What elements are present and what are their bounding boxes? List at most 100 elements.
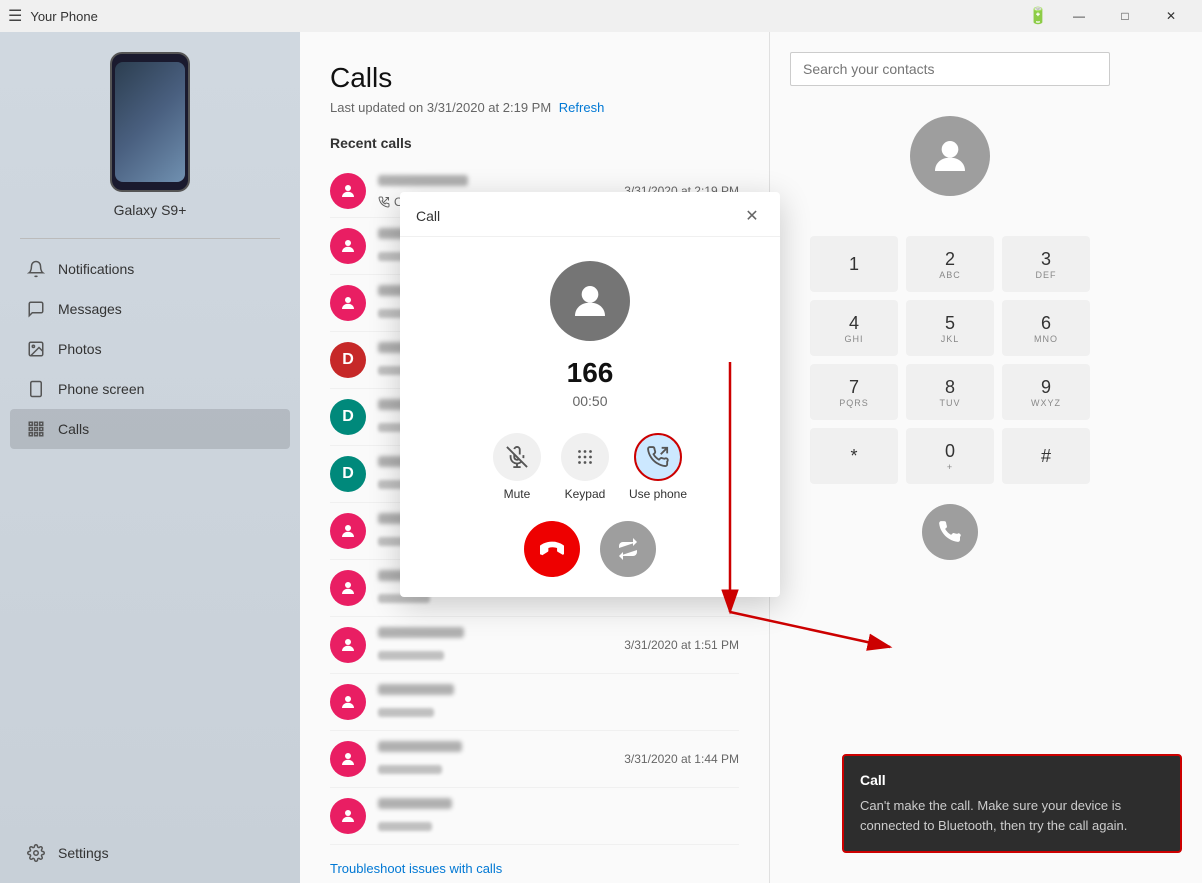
call-item[interactable] — [330, 674, 739, 731]
sidebar-divider — [20, 238, 280, 239]
dialog-title-bar: Call ✕ — [400, 192, 780, 237]
sidebar-bottom: Settings — [0, 823, 300, 883]
call-item[interactable] — [330, 788, 739, 845]
calls-title: Calls — [330, 62, 739, 94]
avatar: D — [330, 399, 366, 435]
avatar — [330, 173, 366, 209]
battery-icon: 🔋 — [1028, 6, 1048, 26]
call-time: 3/31/2020 at 1:44 PM — [624, 752, 739, 766]
mute-icon — [493, 433, 541, 481]
bell-icon — [26, 259, 46, 279]
avatar: D — [330, 342, 366, 378]
refresh-link[interactable]: Refresh — [559, 100, 605, 115]
calls-icon — [26, 419, 46, 439]
device-image — [110, 52, 190, 192]
dial-key-2[interactable]: 2 ABC — [906, 236, 994, 292]
dial-key-5[interactable]: 5 JKL — [906, 300, 994, 356]
dialog-number: 166 — [567, 357, 614, 389]
end-call-button[interactable] — [524, 521, 580, 577]
dialpad-grid: 1 2 ABC 3 DEF 4 GHI 5 JKL — [810, 236, 1090, 484]
avatar — [330, 627, 366, 663]
screen-icon — [26, 379, 46, 399]
dial-key-7[interactable]: 7 PQRS — [810, 364, 898, 420]
settings-label: Settings — [58, 845, 109, 861]
call-info — [378, 739, 612, 779]
dialog-avatar — [550, 261, 630, 341]
dial-key-hash[interactable]: # — [1002, 428, 1090, 484]
keypad-button[interactable]: Keypad — [561, 433, 609, 501]
call-item[interactable]: 3/31/2020 at 1:51 PM — [330, 617, 739, 674]
avatar: D — [330, 456, 366, 492]
use-phone-icon — [634, 433, 682, 481]
dial-call-button[interactable] — [922, 504, 978, 560]
calls-subtitle: Last updated on 3/31/2020 at 2:19 PM Ref… — [330, 100, 739, 115]
dial-key-1[interactable]: 1 — [810, 236, 898, 292]
call-info — [378, 625, 612, 665]
avatar — [330, 741, 366, 777]
error-toast-title: Call — [860, 772, 1164, 788]
sidebar-item-photos[interactable]: Photos — [10, 329, 290, 369]
minimize-button[interactable]: — — [1056, 0, 1102, 32]
call-info — [378, 682, 739, 722]
troubleshoot-link[interactable]: Troubleshoot issues with calls — [330, 861, 502, 876]
use-phone-label: Use phone — [629, 487, 687, 501]
sidebar-item-phone-screen[interactable]: Phone screen — [10, 369, 290, 409]
avatar — [330, 684, 366, 720]
search-input[interactable] — [790, 52, 1110, 86]
sidebar: Galaxy S9+ Notifications — [0, 32, 300, 883]
dial-key-0[interactable]: 0 + — [906, 428, 994, 484]
dial-key-4[interactable]: 4 GHI — [810, 300, 898, 356]
dialog-call-controls — [524, 521, 656, 577]
call-dialog: Call ✕ 166 00:50 — [400, 192, 780, 597]
maximize-button[interactable]: □ — [1102, 0, 1148, 32]
messages-label: Messages — [58, 301, 122, 317]
sidebar-navigation: Notifications Messages — [0, 249, 300, 449]
error-toast: Call Can't make the call. Make sure your… — [842, 754, 1182, 853]
keypad-icon — [561, 433, 609, 481]
avatar — [330, 570, 366, 606]
mute-label: Mute — [504, 487, 531, 501]
dialog-title: Call — [416, 208, 440, 224]
calls-label: Calls — [58, 421, 89, 437]
app-title: Your Phone — [30, 9, 1028, 24]
dial-key-6[interactable]: 6 MNO — [1002, 300, 1090, 356]
call-time: 3/31/2020 at 1:51 PM — [624, 638, 739, 652]
dialog-body: 166 00:50 — [400, 237, 780, 597]
sidebar-item-messages[interactable]: Messages — [10, 289, 290, 329]
dialog-timer: 00:50 — [572, 393, 607, 409]
dial-key-9[interactable]: 9 WXYZ — [1002, 364, 1090, 420]
sidebar-item-calls[interactable]: Calls — [10, 409, 290, 449]
chat-icon — [26, 299, 46, 319]
settings-icon — [26, 843, 46, 863]
close-button[interactable]: ✕ — [1148, 0, 1194, 32]
call-item[interactable]: 3/31/2020 at 1:44 PM — [330, 731, 739, 788]
mute-button[interactable]: Mute — [493, 433, 541, 501]
dialog-close-button[interactable]: ✕ — [740, 204, 764, 228]
window-controls: — □ ✕ — [1056, 0, 1194, 32]
phone-screen-label: Phone screen — [58, 381, 144, 397]
hamburger-icon[interactable]: ☰ — [8, 6, 22, 26]
device-name: Galaxy S9+ — [114, 202, 187, 218]
avatar — [330, 228, 366, 264]
photo-icon — [26, 339, 46, 359]
dialog-actions: Mute Keypad — [420, 433, 760, 501]
contact-avatar-large — [910, 116, 990, 196]
keypad-label: Keypad — [565, 487, 606, 501]
avatar — [330, 285, 366, 321]
app-body: Galaxy S9+ Notifications — [0, 32, 1202, 883]
dial-key-star[interactable]: * — [810, 428, 898, 484]
transfer-button[interactable] — [600, 521, 656, 577]
main-content: Calls Last updated on 3/31/2020 at 2:19 … — [300, 32, 1202, 883]
sidebar-item-notifications[interactable]: Notifications — [10, 249, 290, 289]
photos-label: Photos — [58, 341, 102, 357]
error-toast-text: Can't make the call. Make sure your devi… — [860, 796, 1164, 835]
search-box — [790, 52, 1110, 86]
recent-calls-label: Recent calls — [330, 135, 739, 151]
use-phone-button[interactable]: Use phone — [629, 433, 687, 501]
dial-key-3[interactable]: 3 DEF — [1002, 236, 1090, 292]
avatar — [330, 798, 366, 834]
notifications-label: Notifications — [58, 261, 134, 277]
title-bar: ☰ Your Phone 🔋 — □ ✕ — [0, 0, 1202, 32]
sidebar-item-settings[interactable]: Settings — [10, 833, 290, 873]
dial-key-8[interactable]: 8 TUV — [906, 364, 994, 420]
